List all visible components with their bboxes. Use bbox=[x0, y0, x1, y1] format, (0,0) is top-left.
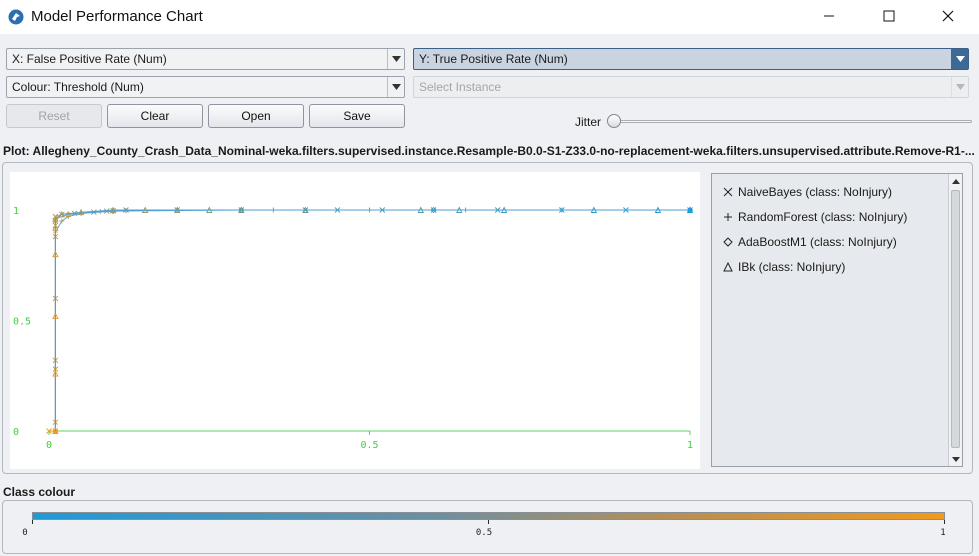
x-tick-label: 1 bbox=[687, 440, 693, 451]
clear-button[interactable]: Clear bbox=[107, 104, 203, 128]
legend-label: NaiveBayes (class: NoInjury) bbox=[738, 185, 893, 199]
maximize-icon bbox=[883, 10, 895, 22]
jitter-label: Jitter bbox=[575, 115, 602, 129]
triangle-marker-icon bbox=[723, 261, 733, 272]
y-tick-label: 0 bbox=[13, 427, 19, 438]
plot-area[interactable]: 0 0.5 1 0 0.5 1 bbox=[10, 172, 700, 469]
weka-bird-icon bbox=[8, 9, 24, 25]
title-bar: Model Performance Chart bbox=[0, 0, 979, 34]
jitter-slider[interactable] bbox=[612, 120, 972, 123]
legend-item[interactable]: NaiveBayes (class: NoInjury) bbox=[722, 185, 892, 199]
open-button[interactable]: Open bbox=[208, 104, 304, 128]
y-tick-label: 1 bbox=[13, 206, 19, 217]
series-line bbox=[49, 209, 690, 432]
legend: NaiveBayes (class: NoInjury) RandomFores… bbox=[711, 173, 963, 467]
minimize-button[interactable] bbox=[806, 0, 852, 32]
jitter-slider-thumb[interactable] bbox=[607, 114, 621, 128]
class-colour-gradient bbox=[32, 512, 945, 520]
maximize-button[interactable] bbox=[866, 0, 912, 32]
legend-scrollbar[interactable] bbox=[948, 174, 962, 466]
class-colour-label: Class colour bbox=[3, 485, 76, 499]
class-colour-panel: 0 0.5 1 bbox=[2, 500, 973, 554]
x-axis-select-value: X: False Positive Rate (Num) bbox=[12, 52, 167, 66]
save-button[interactable]: Save bbox=[309, 104, 405, 128]
class-colour-tick bbox=[32, 520, 33, 524]
chevron-down-icon bbox=[951, 49, 968, 69]
class-colour-tick-label: 1 bbox=[940, 528, 946, 538]
chevron-down-icon bbox=[387, 49, 404, 69]
class-colour-tick-label: 0 bbox=[22, 528, 28, 538]
chevron-down-icon bbox=[387, 77, 404, 97]
colour-select[interactable]: Colour: Threshold (Num) bbox=[6, 76, 405, 98]
chevron-down-icon bbox=[951, 456, 960, 462]
roc-scatter-plot: 0 0.5 1 0 0.5 1 bbox=[13, 206, 694, 451]
x-axis-select[interactable]: X: False Positive Rate (Num) bbox=[6, 48, 405, 70]
class-colour-tick bbox=[488, 520, 489, 524]
x-tick-label: 0.5 bbox=[360, 440, 378, 451]
y-axis-select[interactable]: Y: True Positive Rate (Num) bbox=[413, 48, 969, 70]
chevron-down-icon bbox=[951, 77, 968, 97]
x-marker-icon bbox=[723, 187, 733, 197]
legend-label: IBk (class: NoInjury) bbox=[738, 260, 846, 274]
scroll-up-button[interactable] bbox=[949, 174, 962, 188]
y-tick-label: 0.5 bbox=[13, 317, 31, 328]
class-colour-tick-label: 0.5 bbox=[475, 528, 493, 538]
x-tick-label: 0 bbox=[46, 440, 52, 451]
diamond-marker-icon bbox=[723, 237, 733, 247]
class-colour-tick bbox=[944, 520, 945, 524]
scroll-down-button[interactable] bbox=[949, 452, 962, 466]
scrollbar-thumb[interactable] bbox=[951, 190, 960, 448]
chevron-up-icon bbox=[951, 178, 960, 184]
series-line bbox=[54, 209, 690, 431]
plus-marker-icon bbox=[724, 213, 732, 221]
series-line bbox=[54, 209, 690, 431]
select-instance-select: Select Instance bbox=[413, 76, 969, 98]
colour-select-value: Colour: Threshold (Num) bbox=[12, 80, 144, 94]
close-icon bbox=[942, 10, 954, 22]
window-title: Model Performance Chart bbox=[31, 8, 203, 25]
y-axis-select-value: Y: True Positive Rate (Num) bbox=[419, 52, 568, 66]
minimize-icon bbox=[824, 15, 834, 17]
series-line bbox=[54, 209, 690, 431]
client-area: X: False Positive Rate (Num) Y: True Pos… bbox=[0, 34, 979, 556]
legend-item[interactable]: IBk (class: NoInjury) bbox=[722, 260, 845, 274]
legend-label: RandomForest (class: NoInjury) bbox=[738, 210, 908, 224]
legend-item[interactable]: AdaBoostM1 (class: NoInjury) bbox=[722, 235, 897, 249]
select-instance-value: Select Instance bbox=[419, 80, 502, 94]
reset-button: Reset bbox=[6, 104, 102, 128]
plot-title: Plot: Allegheny_County_Crash_Data_Nomina… bbox=[3, 144, 975, 158]
close-button[interactable] bbox=[925, 0, 971, 32]
legend-label: AdaBoostM1 (class: NoInjury) bbox=[738, 235, 897, 249]
plot-panel: 0 0.5 1 0 0.5 1 NaiveBayes (class: NoInjury) … bbox=[2, 162, 973, 474]
legend-item[interactable]: RandomForest (class: NoInjury) bbox=[722, 210, 907, 224]
